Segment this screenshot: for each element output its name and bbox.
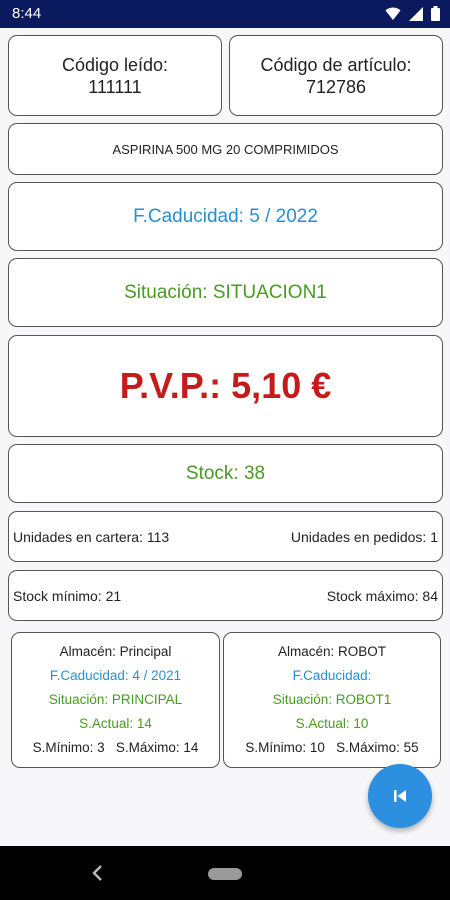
signal-icon <box>409 6 423 21</box>
wifi-icon <box>385 7 401 20</box>
codigo-leido-card: Código leído: 111111 <box>8 35 222 116</box>
codigo-leido-label: Código leído: <box>61 54 169 75</box>
product-description: ASPIRINA 500 MG 20 COMPRIMIDOS <box>112 141 339 157</box>
codigo-articulo-label: Código de artículo: <box>260 54 412 75</box>
unidades-cartera: Unidades en cartera: 113 <box>13 528 170 545</box>
skip-previous-button[interactable] <box>368 764 432 828</box>
stock-limits-card: Stock mínimo: 21 Stock máximo: 84 <box>8 570 443 621</box>
store-minmax: S.Mínimo: 10 S.Máximo: 55 <box>245 740 419 755</box>
caducidad-text: F.Caducidad: 5 / 2022 <box>133 205 318 227</box>
unidades-card: Unidades en cartera: 113 Unidades en ped… <box>8 511 443 562</box>
battery-icon <box>431 6 440 21</box>
store-caducidad: F.Caducidad: 4 / 2021 <box>49 668 182 683</box>
situacion-card: Situación: SITUACION1 <box>8 258 443 327</box>
back-icon[interactable] <box>88 862 108 884</box>
navigation-bar <box>0 846 450 900</box>
codigo-articulo-value: 712786 <box>305 76 367 97</box>
caducidad-card: F.Caducidad: 5 / 2022 <box>8 182 443 251</box>
stock-minimo: Stock mínimo: 21 <box>13 587 122 604</box>
status-icons <box>385 6 440 21</box>
store-card-robot: Almacén: ROBOT F.Caducidad: Situación: R… <box>223 632 441 768</box>
stock-card: Stock: 38 <box>8 444 443 503</box>
codigo-leido-value: 111111 <box>88 76 142 97</box>
store-almacen: Almacén: ROBOT <box>277 644 387 659</box>
store-situacion: Situación: ROBOT1 <box>272 692 392 707</box>
skip-previous-icon <box>394 790 406 802</box>
store-almacen: Almacén: Principal <box>59 644 172 659</box>
status-bar: 8:44 <box>0 0 450 28</box>
codigo-articulo-card: Código de artículo: 712786 <box>229 35 443 116</box>
store-minmax: S.Mínimo: 3 S.Máximo: 14 <box>32 740 199 755</box>
store-card-principal: Almacén: Principal F.Caducidad: 4 / 2021… <box>11 632 220 768</box>
stock-maximo: Stock máximo: 84 <box>326 587 438 604</box>
status-time: 8:44 <box>12 5 42 22</box>
stock-text: Stock: 38 <box>185 462 266 484</box>
description-card: ASPIRINA 500 MG 20 COMPRIMIDOS <box>8 123 443 175</box>
store-caducidad: F.Caducidad: <box>292 668 372 683</box>
pvp-text: P.V.P.: 5,10 € <box>119 365 332 406</box>
unidades-pedidos: Unidades en pedidos: 1 <box>290 528 438 545</box>
store-situacion: Situación: PRINCIPAL <box>48 692 183 707</box>
home-button[interactable] <box>208 868 242 880</box>
pvp-card: P.V.P.: 5,10 € <box>8 335 443 437</box>
situacion-text: Situación: SITUACION1 <box>124 281 327 303</box>
store-actual: S.Actual: 14 <box>79 716 152 731</box>
store-actual: S.Actual: 10 <box>295 716 369 731</box>
